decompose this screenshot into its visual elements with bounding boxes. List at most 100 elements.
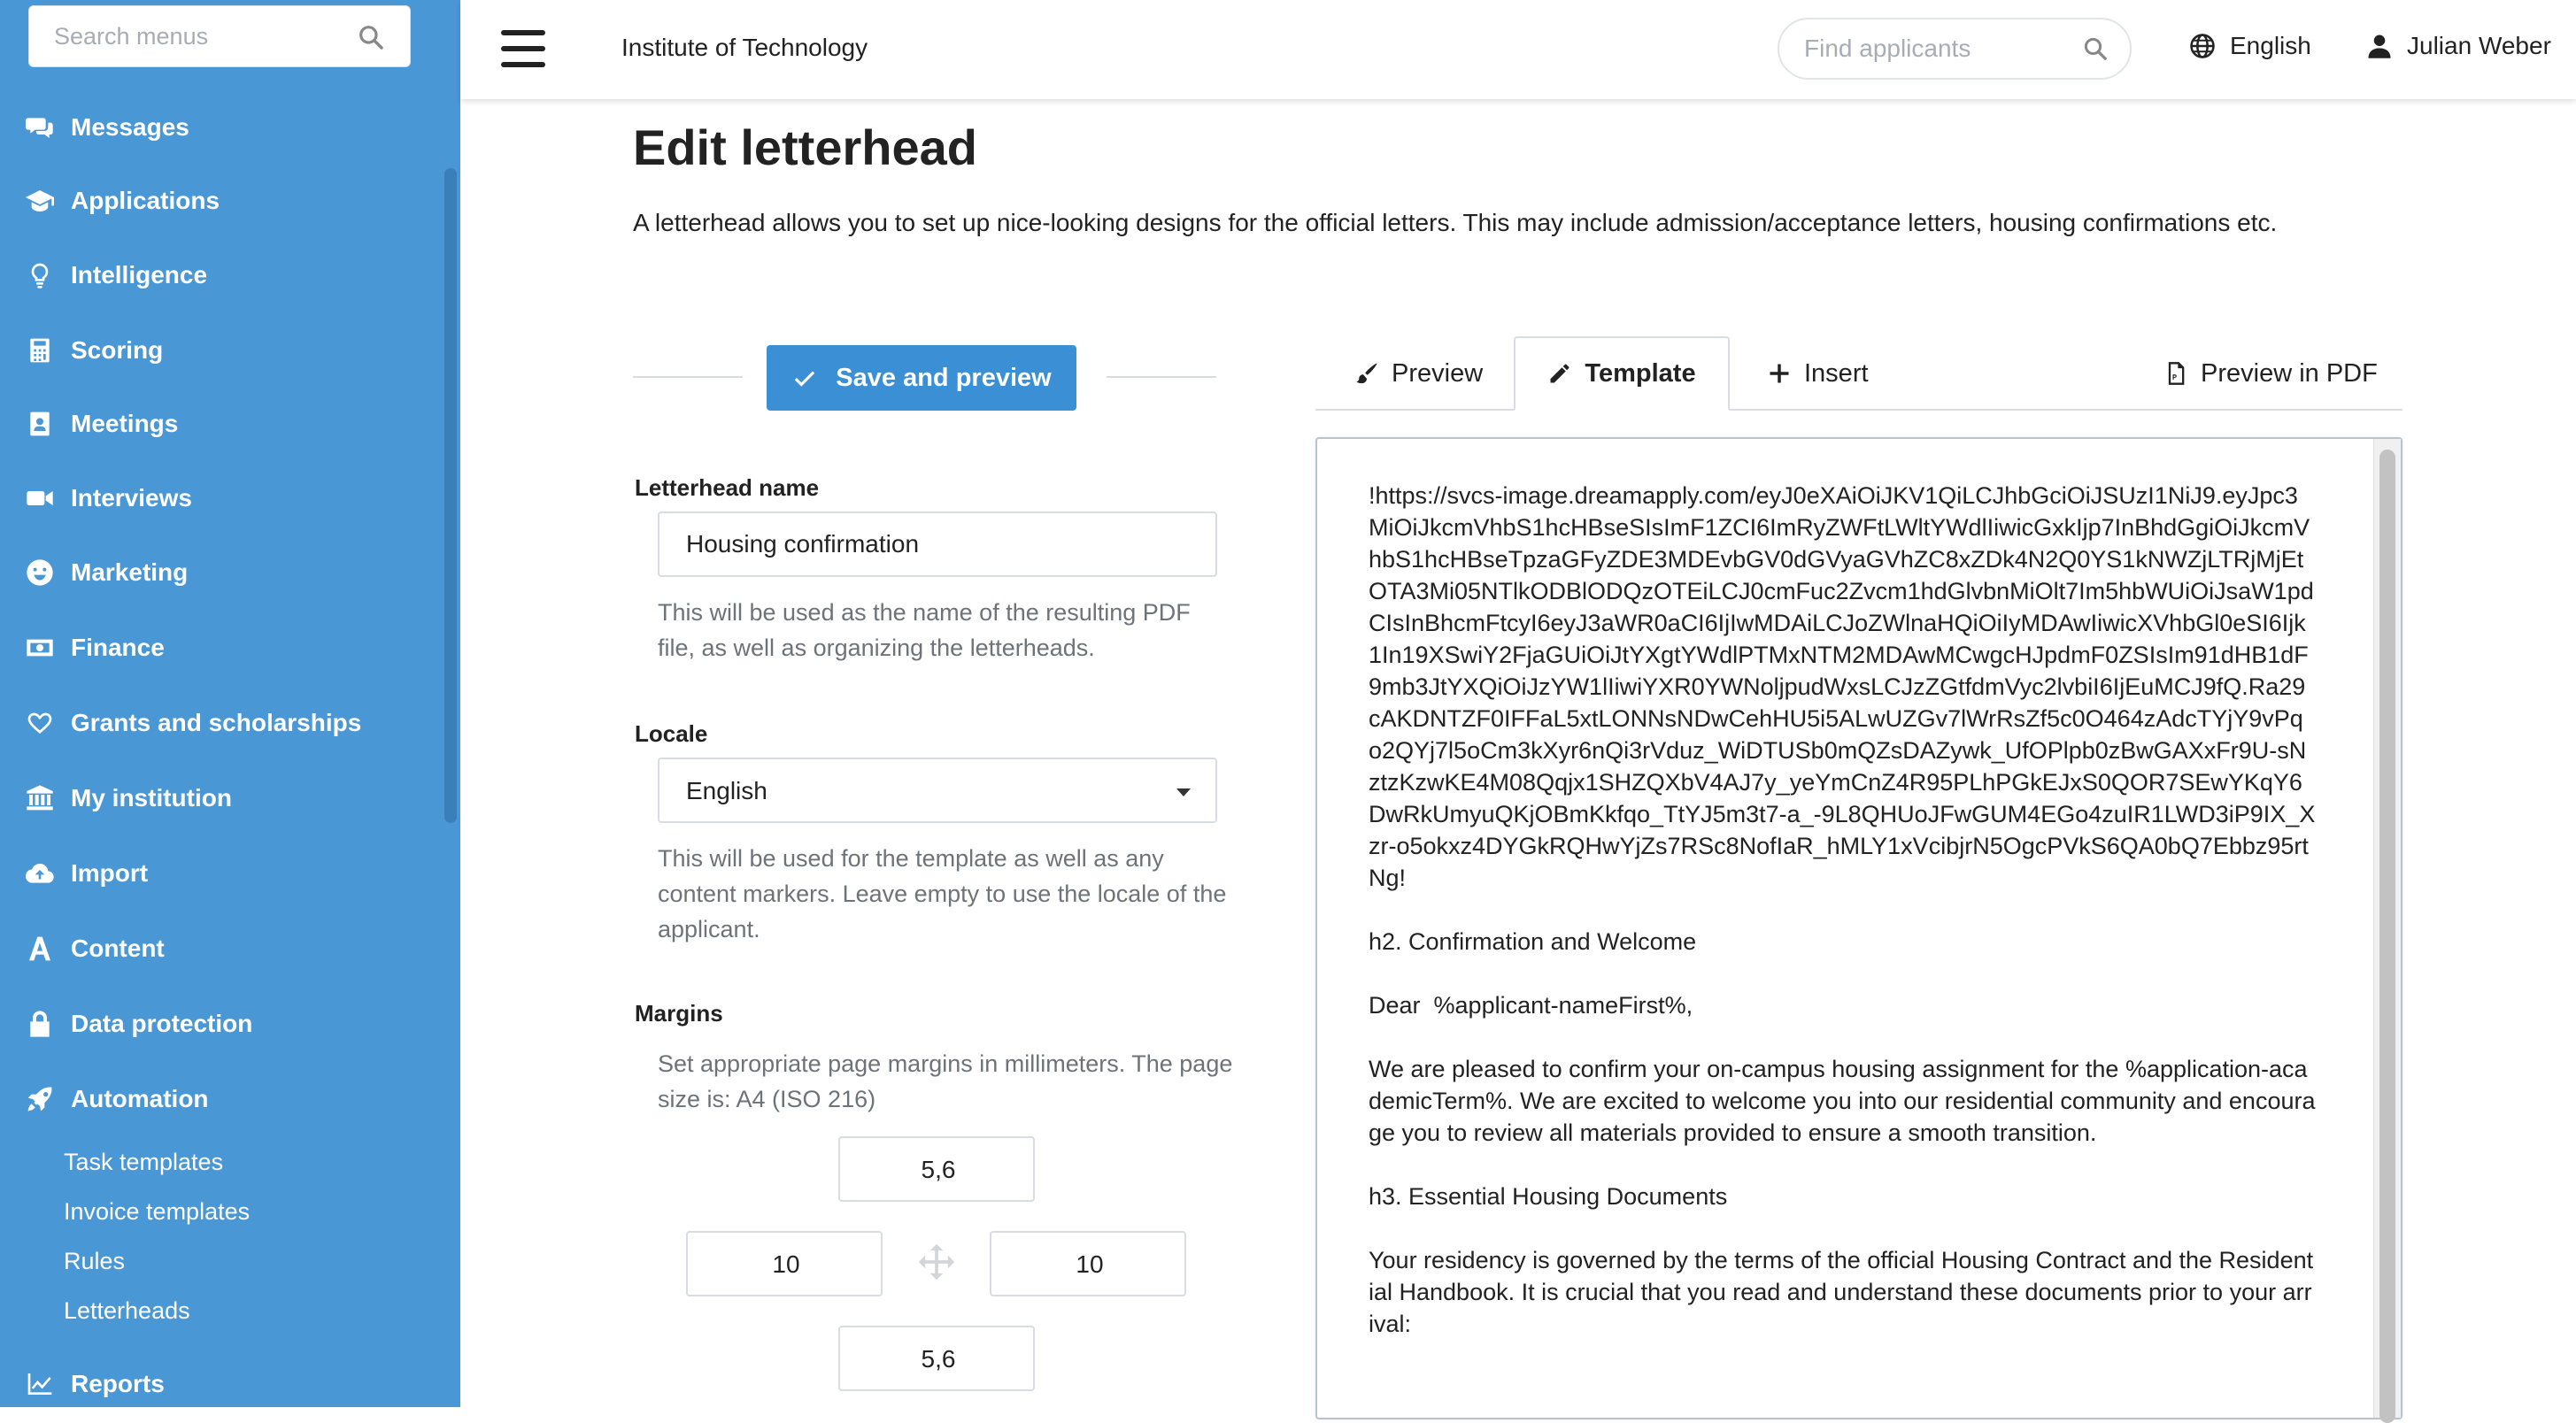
file-pdf-icon (2168, 362, 2185, 385)
sidebar-item-label: Marketing (71, 558, 189, 586)
menu-search-box (28, 5, 411, 67)
tab-template-label: Template (1585, 358, 1696, 388)
letterhead-name-field (658, 512, 1217, 577)
applicant-search-box (1778, 18, 2132, 80)
locale-select[interactable]: English (658, 758, 1217, 823)
sidebar-item-label: Scoring (71, 336, 164, 364)
smile-icon (25, 558, 55, 588)
menu-search-input[interactable] (29, 6, 348, 66)
sidebar-item-label: Automation (71, 1085, 209, 1112)
sidebar-item-marketing[interactable]: Marketing (0, 537, 443, 608)
divider (633, 376, 743, 378)
save-and-preview-label: Save and preview (836, 363, 1052, 392)
sidebar-scrollbar[interactable] (444, 168, 457, 823)
sidebar-subitem-rules[interactable]: Rules (64, 1248, 125, 1275)
sidebar-subitem-letterheads[interactable]: Letterheads (64, 1297, 190, 1325)
sidebar-item-label: Messages (71, 113, 189, 141)
locale-help: This will be used for the template as we… (658, 845, 1227, 942)
divider (1107, 376, 1216, 378)
sidebar-item-content[interactable]: Content (0, 913, 443, 984)
top-bar: Institute of Technology English Julian W… (460, 0, 2576, 99)
letterhead-name-label: Letterhead name (635, 474, 820, 501)
tab-preview[interactable]: Preview (1354, 336, 1483, 411)
sidebar-item-data-protection[interactable]: Data protection (0, 988, 443, 1059)
line-chart-icon (25, 1369, 55, 1399)
margin-top-input[interactable] (840, 1138, 1037, 1202)
template-editor-content[interactable]: !https://svcs-image.dreamapply.com/eyJ0e… (1369, 480, 2316, 1340)
comments-icon (25, 112, 55, 142)
sidebar-subitem-invoice-templates[interactable]: Invoice templates (64, 1198, 250, 1226)
sidebar-item-interviews[interactable]: Interviews (0, 463, 443, 534)
search-icon[interactable] (357, 23, 385, 51)
locale-label: Locale (635, 720, 708, 747)
editor-scrollbar-thumb[interactable] (2379, 450, 2395, 1423)
sidebar-item-automation[interactable]: Automation (0, 1064, 443, 1135)
margin-left-input[interactable] (688, 1233, 884, 1296)
tab-preview-label: Preview (1392, 358, 1484, 388)
pencil-icon (1550, 364, 1570, 383)
search-icon[interactable] (2082, 35, 2109, 62)
language-switcher[interactable]: English (2189, 32, 2311, 60)
arrows-move-icon (918, 1243, 955, 1281)
user-icon (2368, 35, 2391, 58)
margins-help: Set appropriate page margins in millimet… (658, 1050, 1233, 1112)
template-editor[interactable]: !https://svcs-image.dreamapply.com/eyJ0e… (1315, 437, 2402, 1423)
sidebar-item-meetings[interactable]: Meetings (0, 388, 443, 459)
sidebar-item-label: Content (71, 935, 165, 962)
institution-icon (25, 783, 55, 813)
user-name: Julian Weber (2407, 32, 2551, 59)
sidebar-item-label: Import (71, 859, 149, 887)
editor-scrollbar-track[interactable] (2373, 439, 2401, 1423)
save-and-preview-button[interactable]: Save and preview (767, 345, 1076, 411)
margins-label: Margins (635, 1000, 723, 1027)
margin-left-field (686, 1231, 884, 1296)
margin-top-field (838, 1136, 1037, 1202)
video-camera-icon (25, 483, 55, 513)
chevron-down-icon (1176, 788, 1191, 796)
calculator-icon (25, 335, 55, 365)
preview-in-pdf-button[interactable]: Preview in PDF (2163, 336, 2378, 411)
sidebar-item-my-institution[interactable]: My institution (0, 763, 443, 834)
lock-icon (25, 1009, 55, 1039)
check-icon (795, 371, 815, 387)
margin-bottom-field (838, 1326, 1037, 1391)
page-description: A letterhead allows you to set up nice-l… (633, 209, 2278, 236)
margin-right-input[interactable] (991, 1233, 1188, 1296)
sidebar-item-label: Finance (71, 634, 165, 661)
menu-toggle-icon[interactable] (501, 30, 545, 69)
sidebar-item-finance[interactable]: Finance (0, 612, 443, 683)
sidebar-item-grants[interactable]: Grants and scholarships (0, 688, 443, 758)
cloud-upload-icon (25, 858, 55, 888)
paint-brush-icon (1356, 363, 1377, 384)
tab-insert-label: Insert (1804, 358, 1869, 388)
letterhead-name-input[interactable] (659, 513, 1215, 575)
sidebar-item-label: Applications (71, 187, 220, 214)
sidebar-item-applications[interactable]: Applications (0, 165, 443, 236)
money-bill-icon (25, 633, 55, 663)
sidebar-item-reports[interactable]: Reports (0, 1349, 443, 1407)
rocket-icon (25, 1084, 55, 1114)
tab-template[interactable]: Template (1514, 336, 1730, 411)
sidebar-subitem-task-templates[interactable]: Task templates (64, 1149, 223, 1176)
sidebar-item-label: Intelligence (71, 261, 208, 288)
applicant-search-input[interactable] (1779, 19, 2071, 78)
heart-icon (25, 708, 55, 738)
margin-right-field (990, 1231, 1188, 1296)
margin-bottom-input[interactable] (840, 1327, 1037, 1391)
sidebar-item-label: Data protection (71, 1010, 253, 1037)
letterhead-name-help: This will be used as the name of the res… (658, 599, 1191, 661)
address-book-icon (25, 409, 55, 439)
preview-in-pdf-label: Preview in PDF (2201, 358, 2378, 388)
plus-icon (1770, 364, 1789, 383)
sidebar: Messages Applications Intelligence Scori… (0, 0, 460, 1407)
sidebar-item-import[interactable]: Import (0, 838, 443, 909)
tab-insert[interactable]: Insert (1767, 336, 1869, 411)
language-label: English (2230, 32, 2311, 59)
page-title: Edit letterhead (633, 119, 977, 175)
sidebar-item-scoring[interactable]: Scoring (0, 315, 443, 386)
sidebar-item-intelligence[interactable]: Intelligence (0, 240, 443, 311)
sidebar-item-label: Interviews (71, 484, 192, 512)
sidebar-item-messages[interactable]: Messages (0, 92, 443, 163)
user-menu[interactable]: Julian Weber (2366, 32, 2551, 60)
sidebar-item-label: Grants and scholarships (71, 709, 362, 736)
